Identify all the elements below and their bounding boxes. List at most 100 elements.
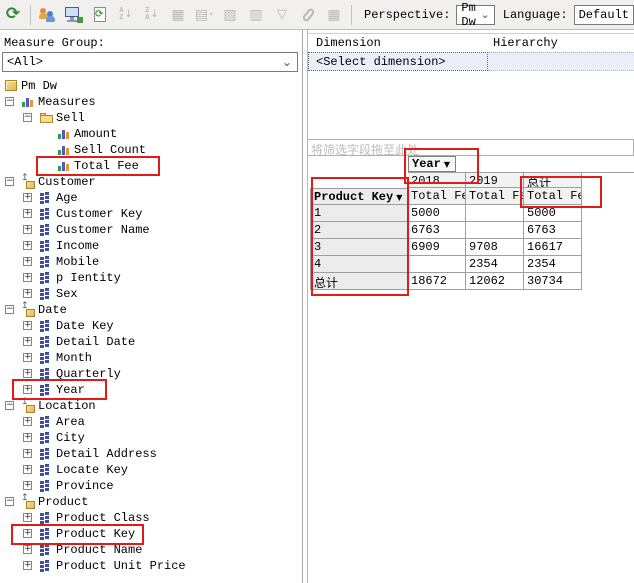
expand-plus-icon[interactable]: +	[23, 353, 32, 362]
users-icon[interactable]	[36, 3, 60, 27]
measure-icon	[58, 144, 71, 156]
tree-item-measures[interactable]: − Measures	[0, 94, 300, 110]
show-empty-cells-icon[interactable]: ▤ ▾	[192, 3, 216, 27]
sort-descending-icon[interactable]: Z A ↓	[140, 3, 164, 27]
data-cell: 2354	[466, 256, 524, 273]
tree-item-detail-address[interactable]: + Detail Address	[0, 446, 300, 462]
collapse-minus-icon[interactable]: −	[23, 113, 32, 122]
expand-plus-icon[interactable]: +	[23, 449, 32, 458]
tree-item-age[interactable]: + Age	[0, 190, 300, 206]
expand-plus-icon[interactable]: +	[23, 481, 32, 490]
tree-item-date-key[interactable]: + Date Key	[0, 318, 300, 334]
tree-item-label: Area	[56, 415, 85, 429]
expand-plus-icon[interactable]: +	[23, 321, 32, 330]
collapse-minus-icon[interactable]: −	[5, 177, 14, 186]
hierarchy-cell[interactable]	[488, 52, 634, 71]
collapse-minus-icon[interactable]: −	[5, 305, 14, 314]
tree-item-customer[interactable]: − ↥ Customer	[0, 173, 300, 190]
attribute-icon	[40, 512, 53, 524]
collapse-minus-icon[interactable]: −	[5, 97, 14, 106]
attribute-icon	[40, 240, 53, 252]
attribute-icon	[40, 208, 53, 220]
expand-plus-icon[interactable]: +	[23, 257, 32, 266]
tree-item-pm-dw[interactable]: Pm Dw	[0, 78, 300, 94]
expand-plus-icon[interactable]: +	[23, 209, 32, 218]
expand-plus-icon[interactable]: +	[23, 465, 32, 474]
reconnect-icon[interactable]: ⟳	[1, 3, 25, 27]
measure-group-dropdown[interactable]: <All> ⌄	[2, 52, 298, 72]
tree-item-label: Customer	[38, 175, 96, 189]
data-cell: 6763	[408, 222, 466, 239]
tree-item-label: Product Class	[56, 511, 150, 525]
toolbar-icons: ⟳ ⟳ A Z ↓ Z A ↓ ▦ ▤ ▾ ▧ ▥ ▽ ▦	[0, 0, 356, 30]
dimension-grid-header: Dimension Hierarchy	[308, 33, 634, 52]
tree-item-p-ientity[interactable]: + p Ientity	[0, 270, 300, 286]
attribute-icon	[40, 416, 53, 428]
expand-plus-icon[interactable]: +	[23, 513, 32, 522]
select-dimension-cell[interactable]: <Select dimension>	[308, 52, 488, 71]
tree-item-sell[interactable]: − Sell	[0, 110, 300, 126]
perspective-select[interactable]: Pm Dw ⌄	[456, 1, 495, 29]
expand-plus-icon[interactable]: +	[23, 241, 32, 250]
tree-item-label: Amount	[74, 127, 118, 141]
chart-icon[interactable]: ▦	[322, 3, 346, 27]
expand-plus-icon[interactable]: +	[23, 545, 32, 554]
panel-splitter[interactable]	[302, 30, 303, 583]
measure-group-label: Measure Group:	[4, 36, 105, 50]
tree-item-city[interactable]: + City	[0, 430, 300, 446]
tree-item-mobile[interactable]: + Mobile	[0, 254, 300, 270]
tree-item-label: Date	[38, 303, 67, 317]
expand-plus-icon[interactable]: +	[23, 289, 32, 298]
tree-item-location[interactable]: − ↥ Location	[0, 397, 300, 414]
tree-item-label: Income	[56, 239, 100, 253]
tree-item-label: Product	[38, 495, 89, 509]
expand-plus-icon[interactable]: +	[23, 193, 32, 202]
tree-item-customer-name[interactable]: + Customer Name	[0, 222, 300, 238]
tree-item-date[interactable]: − ↥ Date	[0, 301, 300, 318]
perspective-label: Perspective:	[364, 7, 451, 22]
attachment-icon[interactable]	[296, 3, 320, 27]
measure-header-0[interactable]: Total Fee	[408, 188, 466, 205]
attribute-icon	[40, 480, 53, 492]
highlight-rect-total-fee-header	[520, 176, 602, 208]
tree-item-product-unit-price[interactable]: + Product Unit Price	[0, 558, 300, 574]
tree-item-detail-date[interactable]: + Detail Date	[0, 334, 300, 350]
data-cell: 5000	[408, 205, 466, 222]
tree-item-locate-key[interactable]: + Locate Key	[0, 462, 300, 478]
tree-item-label: Province	[56, 479, 114, 493]
writeback-icon[interactable]: ▧	[218, 3, 242, 27]
filter-icon[interactable]: ▽	[270, 3, 294, 27]
expand-plus-icon[interactable]: +	[23, 433, 32, 442]
attribute-icon	[40, 464, 53, 476]
tree-item-area[interactable]: + Area	[0, 414, 300, 430]
measure-header-1[interactable]: Total Fee	[466, 188, 524, 205]
tree-item-month[interactable]: + Month	[0, 350, 300, 366]
toolbar: ⟳ ⟳ A Z ↓ Z A ↓ ▦ ▤ ▾ ▧ ▥ ▽ ▦ Perspective: Pm Dw ⌄ Lan…	[0, 0, 634, 30]
tree-item-customer-key[interactable]: + Customer Key	[0, 206, 300, 222]
collapse-minus-icon[interactable]: −	[5, 401, 14, 410]
sort-ascending-icon[interactable]: A Z ↓	[114, 3, 138, 27]
refresh-icon[interactable]: ⟳	[88, 3, 112, 27]
tree-item-label: Age	[56, 191, 78, 205]
dimension-grid-row[interactable]: <Select dimension>	[308, 52, 634, 71]
expand-plus-icon[interactable]: +	[23, 561, 32, 570]
drillthrough-icon[interactable]: ▦	[166, 3, 190, 27]
expand-plus-icon[interactable]: +	[23, 273, 32, 282]
chevron-down-icon: ⌄	[281, 55, 292, 69]
expand-plus-icon[interactable]: +	[23, 417, 32, 426]
expand-plus-icon[interactable]: +	[23, 369, 32, 378]
attribute-icon	[40, 256, 53, 268]
tree-item-province[interactable]: + Province	[0, 478, 300, 494]
expand-plus-icon[interactable]: +	[23, 337, 32, 346]
tree-item-income[interactable]: + Income	[0, 238, 300, 254]
tree-item-amount[interactable]: Amount	[0, 126, 300, 142]
tree-item-label: Detail Address	[56, 447, 157, 461]
tree-item-sex[interactable]: + Sex	[0, 286, 300, 302]
data-cell	[408, 256, 466, 273]
tree-item-product[interactable]: − ↥ Product	[0, 493, 300, 510]
expand-plus-icon[interactable]: +	[23, 225, 32, 234]
process-icon[interactable]	[62, 3, 86, 27]
dataset-icon[interactable]: ▥	[244, 3, 268, 27]
collapse-minus-icon[interactable]: −	[5, 497, 14, 506]
language-field[interactable]: Default	[573, 4, 634, 25]
